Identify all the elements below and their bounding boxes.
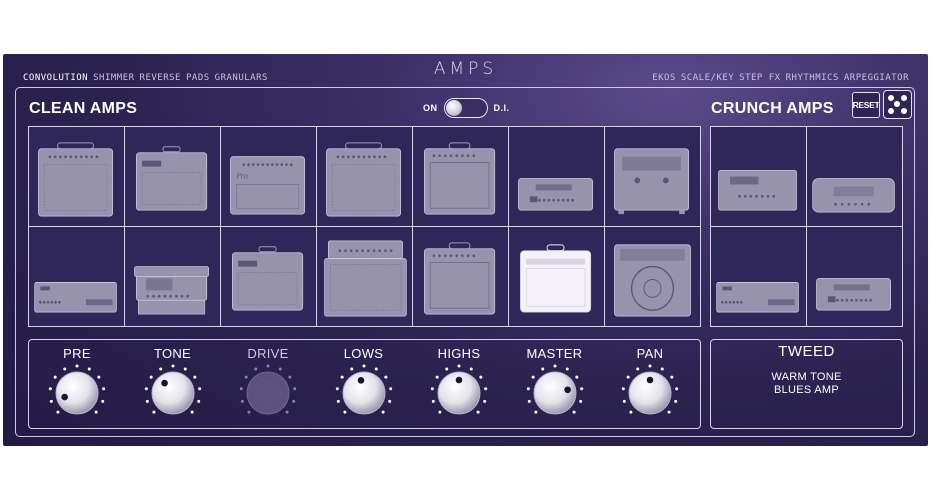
clean-amp-8[interactable] bbox=[29, 227, 124, 326]
crunch-amps-grid bbox=[710, 126, 903, 327]
di-toggle-knob bbox=[445, 100, 462, 116]
nav-item-rhythmics[interactable]: RHYTHMICS bbox=[786, 73, 839, 83]
knob-lows-dial[interactable] bbox=[334, 362, 394, 422]
clean-amp-3[interactable]: Pro bbox=[221, 127, 316, 226]
crunch-amp-3-image bbox=[716, 282, 799, 313]
clean-amp-13-selected[interactable] bbox=[509, 227, 604, 326]
di-toggle-track[interactable] bbox=[443, 98, 488, 118]
clean-amp-11-image bbox=[324, 240, 407, 317]
clean-amp-7-image bbox=[614, 148, 689, 215]
crunch-amp-4[interactable] bbox=[807, 227, 902, 326]
crunch-amp-2-image bbox=[812, 178, 895, 213]
nav-item-scale-key[interactable]: SCALE/KEY bbox=[681, 73, 734, 83]
svg-text:Pro: Pro bbox=[235, 172, 248, 180]
di-toggle[interactable]: ON D.I. bbox=[423, 98, 510, 118]
nav-right: EKOS SCALE/KEY STEP FX RHYTHMICS ARPEGGIATOR bbox=[652, 73, 914, 83]
clean-amp-2-image bbox=[136, 146, 208, 211]
preset-name: TWEED bbox=[778, 343, 835, 360]
knob-label-drive: DRIVE bbox=[247, 346, 289, 361]
crunch-amp-2[interactable] bbox=[807, 127, 902, 226]
clean-amp-5-image bbox=[424, 142, 496, 215]
clean-amp-12-image bbox=[424, 242, 496, 315]
knob-highs[interactable]: HIGHS bbox=[411, 340, 507, 428]
knob-label-master: MASTER bbox=[526, 346, 583, 361]
clean-amp-4[interactable] bbox=[317, 127, 412, 226]
clean-amp-11[interactable] bbox=[317, 227, 412, 326]
knob-master-dial[interactable] bbox=[525, 362, 585, 422]
crunch-amps-title: CRUNCH AMPS bbox=[711, 100, 834, 117]
clean-amp-5[interactable] bbox=[413, 127, 508, 226]
amps-plugin-window: CONVOLUTION SHIMMER REVERSE PADS GRANULARS A… bbox=[3, 54, 928, 446]
knob-label-pan: PAN bbox=[636, 346, 664, 361]
knob-tone[interactable]: TONE bbox=[125, 340, 221, 428]
crunch-amp-1[interactable] bbox=[711, 127, 806, 226]
clean-amp-9[interactable] bbox=[125, 227, 220, 326]
nav-item-arpeggiator[interactable]: ARPEGGIATOR bbox=[844, 73, 909, 83]
knob-drive: DRIVE bbox=[220, 340, 316, 428]
randomize-dice-icon[interactable] bbox=[883, 90, 912, 119]
clean-amp-10[interactable] bbox=[221, 227, 316, 326]
knob-label-pre: PRE bbox=[63, 346, 91, 361]
di-label: D.I. bbox=[493, 103, 510, 113]
knob-pre-dial[interactable] bbox=[47, 362, 107, 422]
knob-label-lows: LOWS bbox=[343, 346, 384, 361]
clean-amps-title: CLEAN AMPS bbox=[29, 100, 138, 117]
knob-pan[interactable]: PAN bbox=[602, 340, 698, 428]
reset-button[interactable]: RESET bbox=[852, 92, 880, 118]
clean-amp-9-image bbox=[134, 266, 209, 315]
clean-amp-1-image bbox=[38, 142, 113, 217]
knob-pan-dial[interactable] bbox=[620, 362, 680, 422]
knob-pre[interactable]: PRE bbox=[29, 340, 125, 428]
knob-label-highs: HIGHS bbox=[437, 346, 481, 361]
clean-amps-grid: Pro bbox=[28, 126, 701, 327]
clean-amp-4-image bbox=[326, 142, 401, 217]
clean-amp-12[interactable] bbox=[413, 227, 508, 326]
clean-amp-6[interactable] bbox=[509, 127, 604, 226]
clean-amp-6-image bbox=[518, 178, 593, 211]
crunch-amp-3[interactable] bbox=[711, 227, 806, 326]
knob-label-tone: TONE bbox=[153, 346, 192, 361]
knob-master[interactable]: MASTER bbox=[507, 340, 603, 428]
crunch-amp-4-image bbox=[816, 278, 891, 311]
knob-highs-dial[interactable] bbox=[429, 362, 489, 422]
clean-amp-14[interactable] bbox=[605, 227, 700, 326]
preset-description: WARM TONE BLUES AMP bbox=[771, 371, 842, 396]
crunch-amp-1-image bbox=[718, 170, 797, 211]
clean-amp-7[interactable] bbox=[605, 127, 700, 226]
clean-amp-14-image bbox=[614, 244, 691, 317]
knob-tone-dial[interactable] bbox=[143, 362, 203, 422]
clean-amp-3-image: Pro bbox=[230, 156, 305, 215]
knob-lows[interactable]: LOWS bbox=[316, 340, 412, 428]
knob-drive-dial bbox=[239, 364, 297, 415]
nav-item-ekos[interactable]: EKOS bbox=[652, 73, 676, 83]
preset-info-panel: TWEED WARM TONE BLUES AMP bbox=[710, 339, 903, 429]
clean-amp-1[interactable] bbox=[29, 127, 124, 226]
clean-amp-8-image bbox=[34, 282, 117, 313]
clean-amp-10-image bbox=[232, 246, 304, 311]
clean-amp-2[interactable] bbox=[125, 127, 220, 226]
nav-item-step-fx[interactable]: STEP FX bbox=[739, 73, 780, 83]
knob-panel: PRE TONE DRIVE LOWS HIGHS MASTER PAN bbox=[28, 339, 701, 429]
clean-amp-13-image bbox=[520, 244, 592, 313]
di-on-label: ON bbox=[423, 103, 438, 113]
